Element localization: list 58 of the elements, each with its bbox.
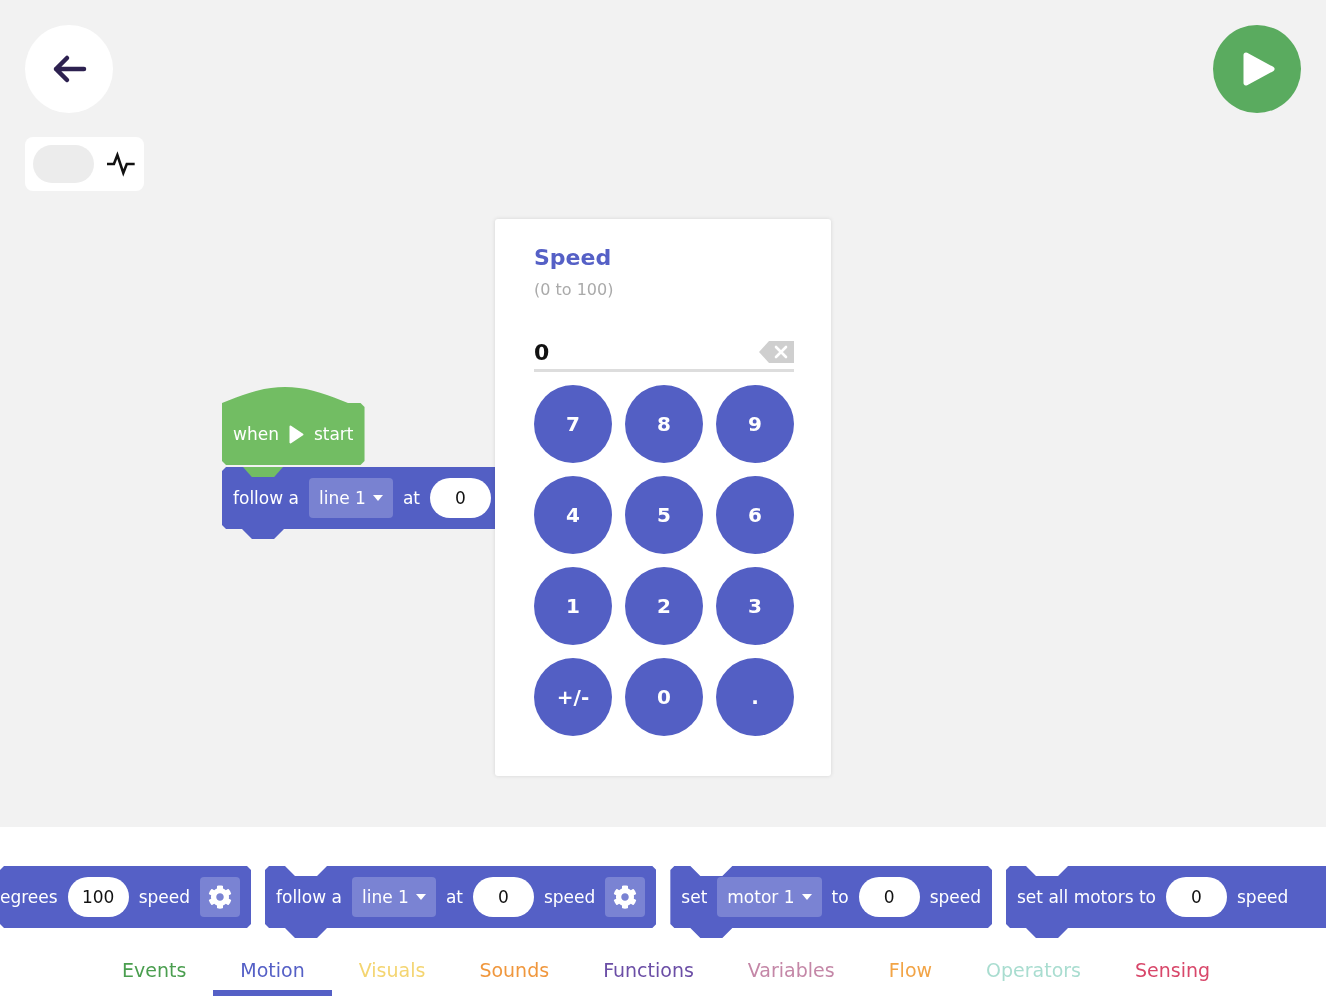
play-icon xyxy=(288,424,304,444)
dialog-title: Speed xyxy=(534,244,613,272)
block-label: when xyxy=(233,423,279,445)
caret-icon xyxy=(372,495,383,501)
keypad-key[interactable]: 3 xyxy=(716,567,794,645)
block-label: follow a xyxy=(276,886,342,908)
category-tab[interactable]: Variables xyxy=(720,945,862,996)
block-label: at xyxy=(445,886,463,908)
block-dropdown[interactable]: motor 1 xyxy=(717,877,822,917)
keypad-key[interactable]: +/- xyxy=(534,658,612,736)
keypad-key[interactable]: 6 xyxy=(716,476,794,554)
keypad-key[interactable]: 1 xyxy=(534,567,612,645)
block-label: speed xyxy=(138,886,190,908)
gear-icon xyxy=(613,885,638,909)
number-field[interactable]: 0 xyxy=(1166,877,1227,917)
pulse-icon[interactable] xyxy=(106,151,136,177)
keypad-key[interactable]: 7 xyxy=(534,385,612,463)
settings-button[interactable] xyxy=(605,877,646,917)
caret-icon xyxy=(415,894,426,900)
keypad-key[interactable]: 5 xyxy=(625,476,703,554)
command-block[interactable]: set all motors to 0 speed xyxy=(1006,866,1326,938)
block-label: to xyxy=(831,886,849,908)
category-tab[interactable]: Functions xyxy=(576,945,721,996)
range-hint: (0 to 100) xyxy=(534,279,615,301)
block-label: start xyxy=(313,423,354,445)
gear-icon xyxy=(208,885,232,909)
block-label: set xyxy=(681,886,708,908)
number-field[interactable]: 0 xyxy=(429,478,491,518)
arrow-left-icon xyxy=(51,54,87,84)
command-block[interactable]: follow a line 1 at 0 speed xyxy=(265,866,657,938)
number-display-field[interactable]: 0 xyxy=(534,335,794,372)
block-label: egrees xyxy=(0,886,58,908)
settings-button[interactable] xyxy=(200,877,240,917)
command-block[interactable]: egrees 100 speed xyxy=(0,866,251,928)
play-icon xyxy=(1243,52,1275,86)
block-label: follow a xyxy=(233,487,299,509)
block-label: set all motors to xyxy=(1017,886,1156,908)
connector-tab-icon xyxy=(243,467,283,477)
number-field[interactable]: 0 xyxy=(472,877,534,917)
category-tab[interactable]: Motion xyxy=(213,945,332,996)
keypad-key[interactable]: 4 xyxy=(534,476,612,554)
block-dropdown[interactable]: line 1 xyxy=(308,478,393,518)
block-label: speed xyxy=(1237,886,1289,908)
category-tab[interactable]: Events xyxy=(95,945,214,996)
command-block[interactable]: set motor 1 to 0 speed xyxy=(670,866,992,938)
keypad-key[interactable]: 8 xyxy=(625,385,703,463)
keypad-key[interactable]: 0 xyxy=(625,658,703,736)
category-tab[interactable]: Sensing xyxy=(1108,945,1238,996)
block-label: speed xyxy=(543,886,596,908)
block-label: speed xyxy=(929,886,981,908)
caret-icon xyxy=(801,894,812,900)
number-field[interactable]: 100 xyxy=(67,877,129,917)
keypad-key[interactable]: . xyxy=(716,658,794,736)
number-field[interactable]: 0 xyxy=(858,877,920,917)
keypad-key[interactable]: 9 xyxy=(716,385,794,463)
keypad-key[interactable]: 2 xyxy=(625,567,703,645)
block-dropdown[interactable]: line 1 xyxy=(351,877,436,917)
block-label: at xyxy=(402,487,420,509)
